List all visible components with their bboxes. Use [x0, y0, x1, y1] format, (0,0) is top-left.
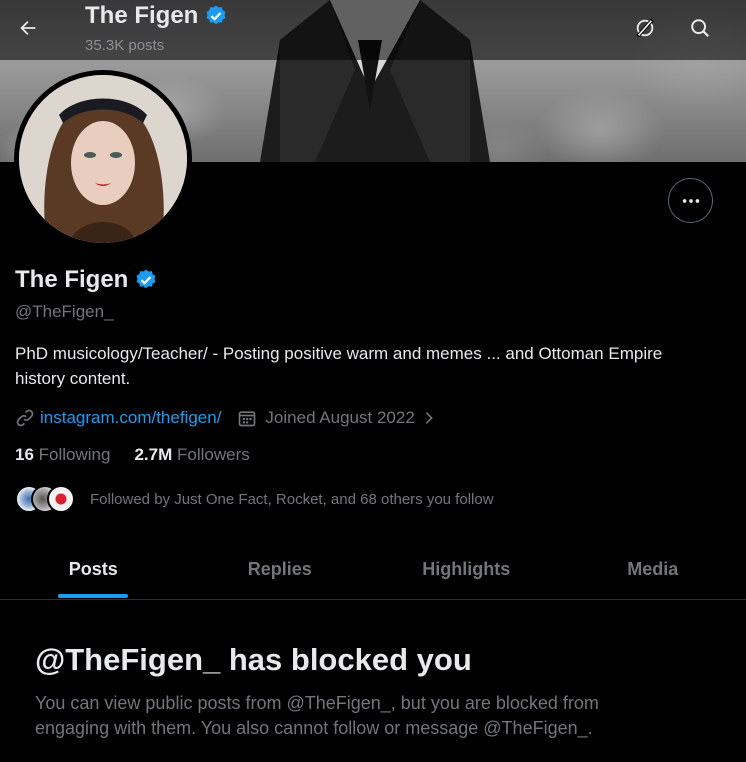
followed-by-text: Followed by Just One Fact, Rocket, and 6…	[90, 490, 494, 508]
chevron-right-icon[interactable]	[421, 410, 437, 426]
post-count: 35.3K posts	[85, 37, 165, 54]
grok-button[interactable]	[627, 10, 663, 46]
followed-by-row[interactable]: Followed by Just One Fact, Rocket, and 6…	[15, 485, 494, 513]
avatar-portrait	[19, 75, 187, 243]
more-options-button[interactable]	[668, 178, 713, 223]
verified-badge-icon	[206, 5, 226, 25]
profile-tabs: Posts Replies Highlights Media	[0, 540, 746, 600]
following-count: 16	[15, 445, 34, 464]
mutual-avatars	[15, 485, 75, 513]
tab-media[interactable]: Media	[560, 540, 746, 599]
link-icon	[16, 409, 34, 426]
profile-avatar[interactable]	[14, 70, 192, 248]
profile-page: The Figen 35.3K posts The Figen @TheFige…	[0, 0, 746, 762]
blocked-title: @TheFigen_ has blocked you	[35, 642, 472, 677]
tab-posts[interactable]: Posts	[0, 540, 187, 599]
avatar-photo	[19, 75, 187, 243]
blocked-description: You can view public posts from @TheFigen…	[35, 693, 599, 738]
following-label: Following	[38, 445, 111, 464]
joined-date: Joined August 2022	[265, 407, 415, 427]
grok-icon	[636, 18, 654, 38]
follow-stats: 16 Following 2.7M Followers	[15, 445, 250, 465]
following-link[interactable]: 16 Following	[15, 445, 110, 465]
profile-name-row: The Figen	[15, 266, 158, 294]
profile-name: The Figen	[15, 266, 129, 293]
tab-replies[interactable]: Replies	[187, 540, 374, 599]
profile-link[interactable]: instagram.com/thefigen/	[40, 408, 221, 428]
profile-bio: PhD musicology/Teacher/ - Posting positi…	[15, 344, 663, 388]
back-arrow-icon	[20, 20, 36, 36]
back-button[interactable]	[10, 10, 46, 46]
profile-handle: @TheFigen_	[15, 302, 114, 321]
followers-count: 2.7M	[134, 445, 173, 464]
followers-label: Followers	[177, 445, 250, 464]
mutual-avatar	[47, 485, 75, 513]
followers-link[interactable]: 2.7M Followers	[134, 445, 249, 465]
profile-meta: instagram.com/thefigen/ Joined August 20…	[15, 405, 437, 430]
verified-badge-icon[interactable]	[134, 268, 158, 292]
more-icon	[682, 198, 699, 203]
tab-highlights[interactable]: Highlights	[373, 540, 560, 599]
header-title-row: The Figen	[85, 2, 228, 30]
search-button[interactable]	[682, 10, 718, 46]
header-title: The Figen	[85, 2, 199, 29]
top-bar: The Figen 35.3K posts	[0, 0, 746, 60]
calendar-icon	[239, 410, 256, 426]
search-icon	[691, 19, 710, 38]
